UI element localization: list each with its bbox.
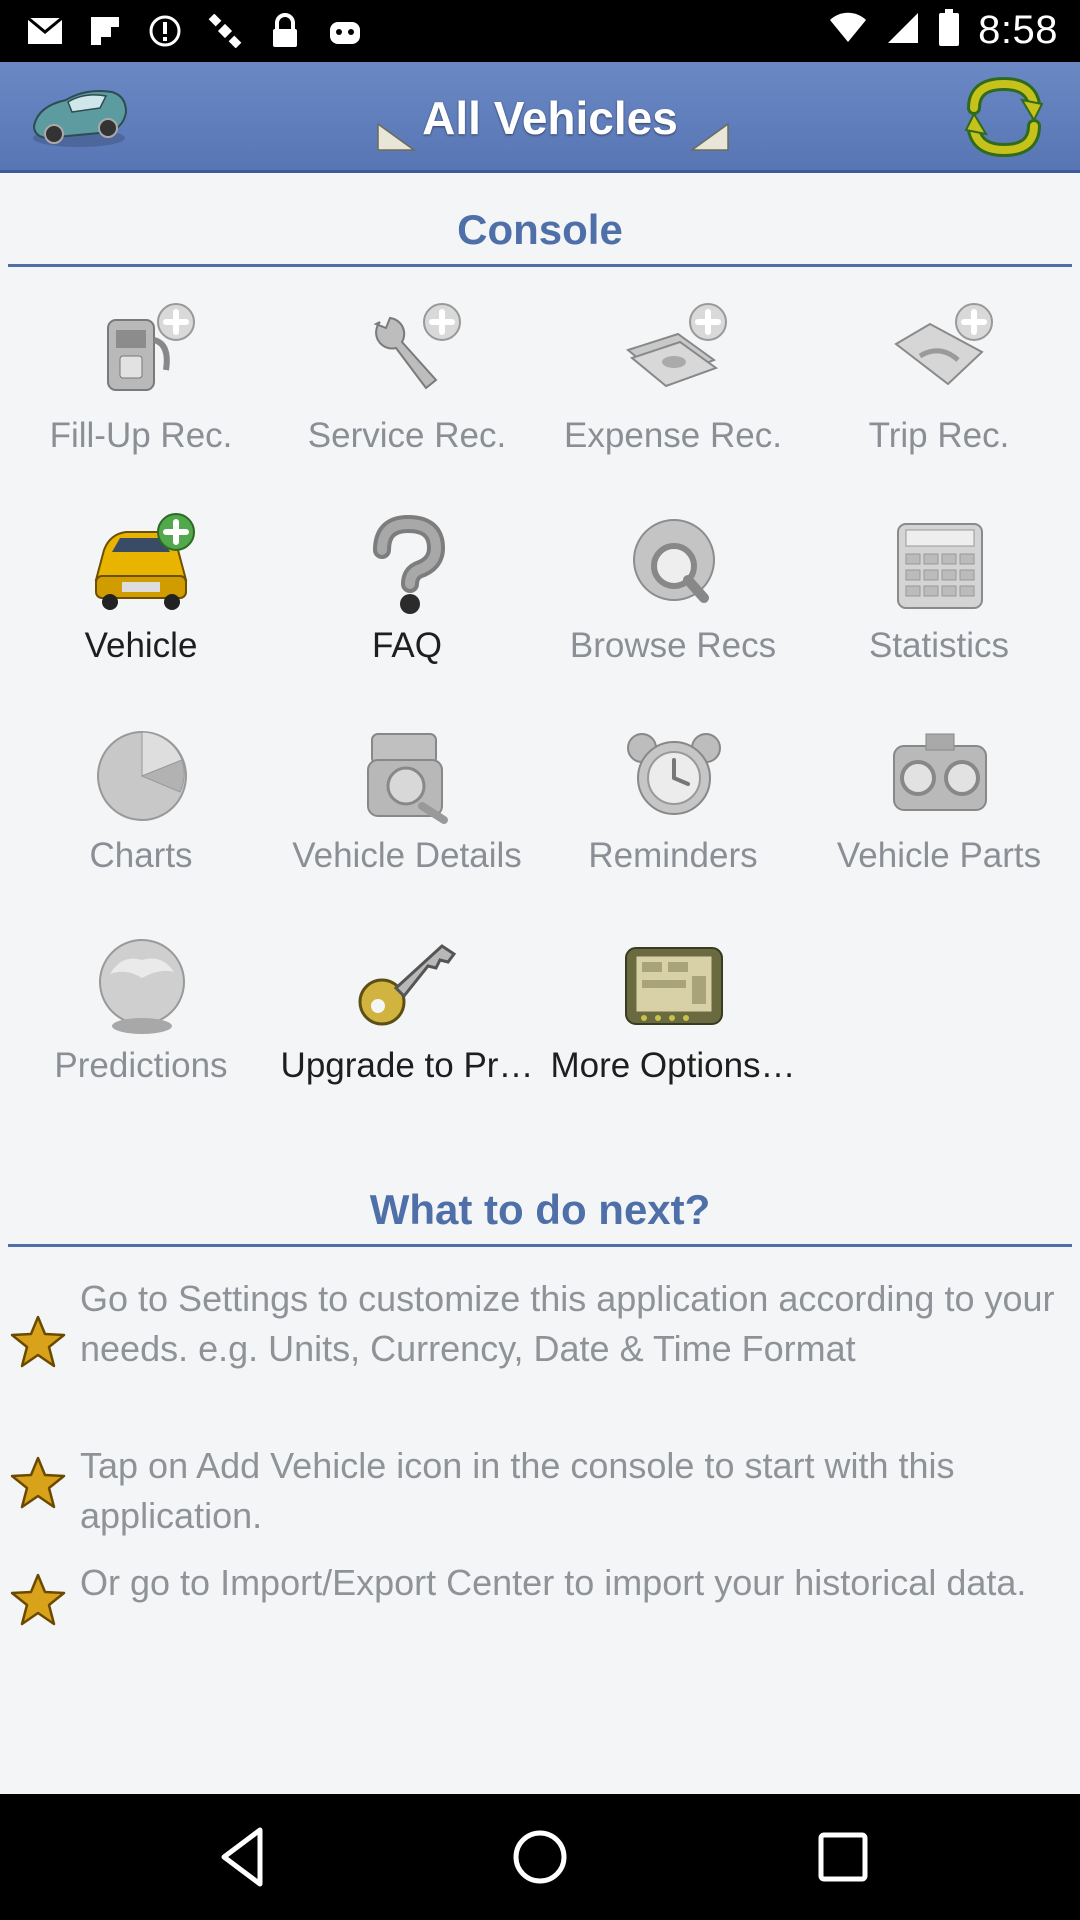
console-item-trip-rec[interactable]: Trip Rec. <box>806 300 1072 490</box>
console-item-label: Upgrade to Pr… <box>280 1046 534 1085</box>
app-title: All Vehicles <box>422 92 678 144</box>
console-item-label: More Options… <box>550 1046 796 1085</box>
console-item-label: Charts <box>89 836 193 875</box>
console-item-label: Statistics <box>868 626 1010 665</box>
console-item-label: Service Rec. <box>307 416 507 455</box>
wrench-add-icon <box>352 300 462 410</box>
console-item-more-options[interactable]: More Options… <box>540 930 806 1120</box>
console-item-faq[interactable]: FAQ <box>274 510 540 700</box>
console-item-label: FAQ <box>371 626 443 665</box>
console-item-label: Fill-Up Rec. <box>49 416 233 455</box>
satellite-icon <box>206 12 244 50</box>
tip-item: Tap on Add Vehicle icon in the console t… <box>8 1441 1072 1541</box>
console-item-label: Reminders <box>588 836 758 875</box>
alert-icon <box>146 12 184 50</box>
alarm-clock-icon <box>618 720 728 830</box>
console-item-label: Expense Rec. <box>564 416 782 455</box>
key-icon <box>352 930 462 1040</box>
next-steps-divider <box>8 1244 1072 1247</box>
car-add-icon <box>86 510 196 620</box>
console-item-vehicle-parts[interactable]: Vehicle Parts <box>806 720 1072 910</box>
console-item-reminders[interactable]: Reminders <box>540 720 806 910</box>
console-item-browse-recs[interactable]: Browse Recs <box>540 510 806 700</box>
vehicle-selector[interactable]: All Vehicles <box>370 78 730 158</box>
console-title: Console <box>457 206 623 253</box>
fuel-pump-add-icon <box>86 300 196 410</box>
console-item-label: Browse Recs <box>569 626 777 665</box>
home-icon[interactable] <box>505 1822 575 1892</box>
console-item-label: Vehicle Parts <box>836 836 1042 875</box>
question-icon <box>352 510 462 620</box>
console-item-expense-rec[interactable]: Expense Rec. <box>540 300 806 490</box>
engine-icon <box>352 720 462 830</box>
star-icon <box>8 1455 68 1511</box>
console-item-fill-up-rec[interactable]: Fill-Up Rec. <box>8 300 274 490</box>
console-item-service-rec[interactable]: Service Rec. <box>274 300 540 490</box>
tip-text: Go to Settings to customize this applica… <box>80 1278 1055 1369</box>
magnifier-icon <box>618 510 728 620</box>
tip-text: Or go to Import/Export Center to import … <box>80 1562 1027 1603</box>
lock-icon <box>266 12 304 50</box>
map-add-icon <box>884 300 994 410</box>
refresh-icon[interactable] <box>964 74 1044 160</box>
console-item-upgrade-to-pr[interactable]: Upgrade to Pr… <box>274 930 540 1120</box>
star-icon <box>8 1572 68 1628</box>
signal-icon <box>886 11 920 50</box>
calculator-icon <box>884 510 994 620</box>
back-icon[interactable] <box>210 1822 280 1892</box>
console-item-label: Vehicle Details <box>292 836 522 875</box>
console-item-vehicle-details[interactable]: Vehicle Details <box>274 720 540 910</box>
console-item-statistics[interactable]: Statistics <box>806 510 1072 700</box>
console-item-predictions[interactable]: Predictions <box>8 930 274 1120</box>
tip-text: Tap on Add Vehicle icon in the console t… <box>80 1445 955 1536</box>
battery-icon <box>938 9 960 52</box>
email-icon <box>26 12 64 50</box>
clock: 8:58 <box>978 8 1058 52</box>
android-icon <box>326 12 364 50</box>
recents-icon[interactable] <box>808 1822 878 1892</box>
crystal-ball-icon <box>86 930 196 1040</box>
app-bar: All Vehicles <box>0 62 1080 173</box>
console-item-label: Vehicle <box>84 626 198 665</box>
car-icon[interactable] <box>26 76 132 156</box>
options-panel-icon <box>618 930 728 1040</box>
console-item-label: Trip Rec. <box>868 416 1010 455</box>
tip-item: Go to Settings to customize this applica… <box>8 1274 1072 1424</box>
wifi-icon <box>828 12 868 49</box>
pie-chart-icon <box>86 720 196 830</box>
flipboard-icon <box>86 12 124 50</box>
console-divider <box>8 264 1072 267</box>
console-item-label: Predictions <box>54 1046 228 1085</box>
console-item-vehicle[interactable]: Vehicle <box>8 510 274 700</box>
tip-item: Or go to Import/Export Center to import … <box>8 1558 1072 1658</box>
navigation-bar <box>0 1794 1080 1920</box>
star-icon <box>8 1314 68 1370</box>
notification-icons <box>26 12 364 50</box>
next-steps-title: What to do next? <box>369 1186 711 1233</box>
car-parts-icon <box>884 720 994 830</box>
system-status: 8:58 <box>828 8 1058 53</box>
status-bar: 8:58 <box>0 0 1080 62</box>
dropdown-triangle-right-icon[interactable] <box>689 122 730 157</box>
console-item-charts[interactable]: Charts <box>8 720 274 910</box>
money-add-icon <box>618 300 728 410</box>
